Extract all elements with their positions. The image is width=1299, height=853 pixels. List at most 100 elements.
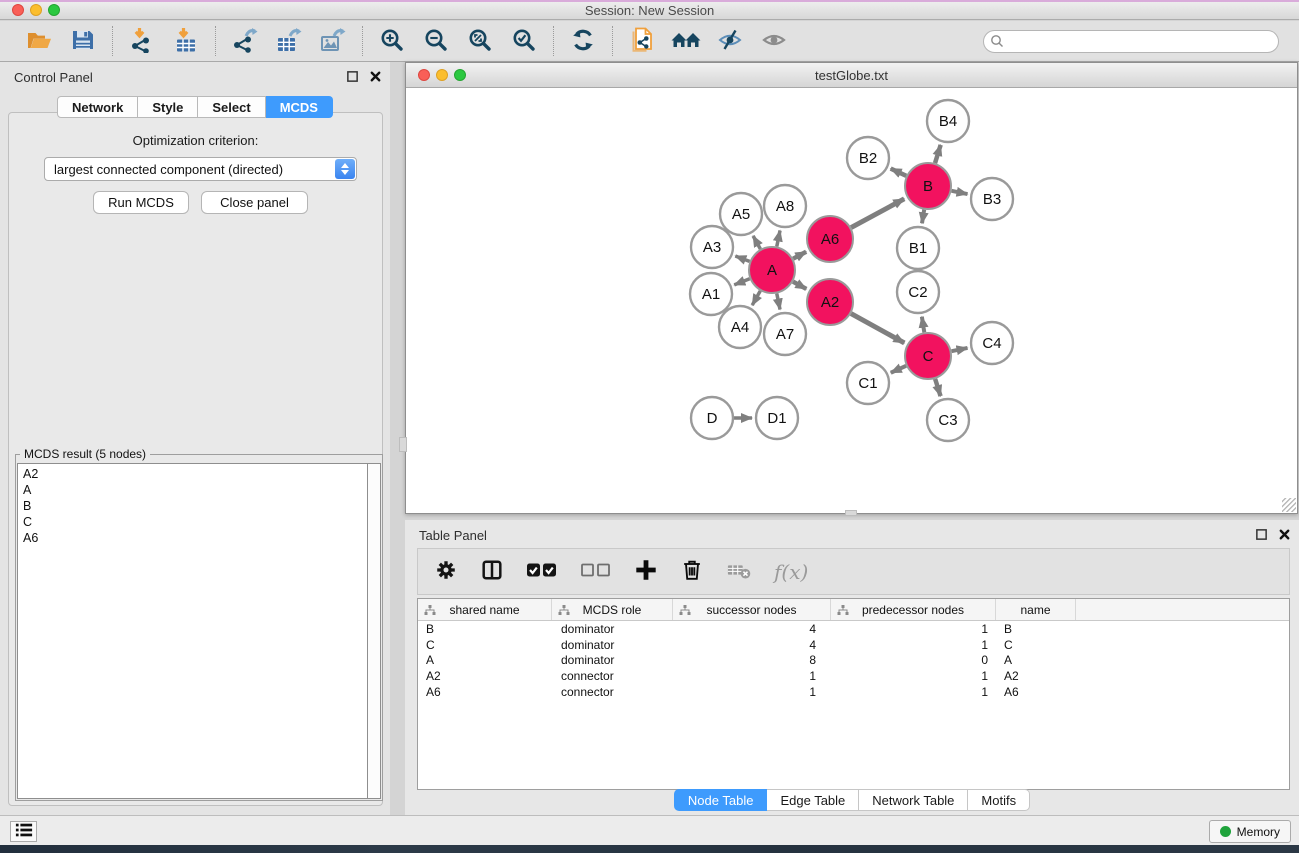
refresh-button[interactable] — [568, 26, 598, 56]
network-vertical-scroll-thumb[interactable] — [399, 437, 407, 452]
node-label-A2: A2 — [821, 294, 839, 311]
mcds-result-scrollbar[interactable] — [367, 463, 381, 799]
tab-style[interactable]: Style — [138, 96, 198, 118]
import-network-button[interactable] — [127, 26, 157, 56]
tab-select[interactable]: Select — [198, 96, 265, 118]
tab-network-table[interactable]: Network Table — [859, 789, 968, 811]
mcds-result-item[interactable]: A2 — [18, 466, 367, 482]
table-row[interactable]: Cdominator41C — [418, 637, 1289, 653]
mcds-result-title: MCDS result (5 nodes) — [20, 447, 150, 461]
table-row[interactable]: Bdominator41B — [418, 621, 1289, 637]
tab-mcds[interactable]: MCDS — [266, 96, 333, 118]
network-window-titlebar[interactable]: testGlobe.txt — [406, 63, 1297, 88]
resize-grip[interactable] — [1282, 498, 1296, 512]
zoom-selected-button[interactable] — [509, 26, 539, 56]
table-cell: C — [996, 638, 1076, 652]
export-network-button[interactable] — [230, 26, 260, 56]
delete-table-button[interactable] — [726, 558, 752, 585]
edge-B-B2[interactable] — [891, 169, 907, 176]
edge-A-A8[interactable] — [777, 230, 780, 246]
node-label-D: D — [707, 410, 718, 427]
home-button[interactable] — [671, 26, 701, 56]
edge-C-C1[interactable] — [891, 366, 906, 373]
table-cell: A — [418, 653, 552, 667]
float-table-panel-icon[interactable] — [1255, 528, 1268, 546]
float-panel-icon[interactable] — [346, 70, 359, 88]
tab-motifs[interactable]: Motifs — [968, 789, 1030, 811]
close-panel-button[interactable]: Close panel — [201, 191, 308, 214]
zoom-out-button[interactable] — [421, 26, 451, 56]
edge-A-A3[interactable] — [735, 256, 749, 261]
edge-B-B1[interactable] — [922, 210, 924, 224]
run-mcds-button[interactable]: Run MCDS — [93, 191, 189, 214]
edge-C-C3[interactable] — [935, 379, 940, 396]
export-table-button[interactable] — [274, 26, 304, 56]
node-label-C: C — [923, 348, 934, 365]
trash-button[interactable] — [680, 558, 704, 585]
search-input[interactable] — [983, 30, 1279, 53]
mcds-result-item[interactable]: A6 — [18, 530, 367, 546]
table-row[interactable]: A6connector11A6 — [418, 684, 1289, 700]
mcds-result-list[interactable]: A2ABCA6 — [17, 463, 367, 799]
criterion-value: largest connected component (directed) — [54, 162, 283, 177]
edge-A-A6[interactable] — [793, 252, 806, 259]
close-panel-icon[interactable] — [369, 70, 382, 88]
mcds-result-item[interactable]: C — [18, 514, 367, 530]
edge-A-A4[interactable] — [752, 291, 760, 305]
network-file-button[interactable] — [627, 26, 657, 56]
column-tree-icon — [558, 604, 570, 619]
select-all-button[interactable] — [526, 558, 558, 585]
add-button[interactable] — [634, 558, 658, 585]
table-row[interactable]: Adominator80A — [418, 653, 1289, 669]
task-history-button[interactable] — [10, 821, 37, 842]
function-builder-button[interactable]: f(x) — [774, 560, 808, 584]
table-cell: A6 — [418, 685, 552, 699]
mcds-result-item[interactable]: B — [18, 498, 367, 514]
open-folder-button[interactable] — [24, 26, 54, 56]
table-cell: dominator — [552, 622, 673, 636]
tab-node-table[interactable]: Node Table — [674, 789, 768, 811]
columns-button[interactable] — [480, 558, 504, 585]
mcds-result-item[interactable]: A — [18, 482, 367, 498]
status-bar: Memory — [0, 815, 1299, 845]
deselect-all-button[interactable] — [580, 558, 612, 585]
column-header-label: successor nodes — [706, 603, 796, 617]
app-titlebar: Session: New Session — [0, 0, 1299, 20]
table-cell: 1 — [831, 685, 996, 699]
column-header-MCDS-role[interactable]: MCDS role — [552, 599, 673, 620]
column-header-successor-nodes[interactable]: successor nodes — [673, 599, 831, 620]
edge-A2-C[interactable] — [851, 314, 904, 343]
criterion-select[interactable]: largest connected component (directed) — [44, 157, 357, 181]
show-eye-button[interactable] — [759, 26, 789, 56]
node-table-body: Bdominator41BCdominator41CAdominator80AA… — [418, 621, 1289, 700]
save-button[interactable] — [68, 26, 98, 56]
edge-C-C4[interactable] — [952, 348, 968, 351]
edge-C-C2[interactable] — [922, 317, 924, 333]
column-header-name[interactable]: name — [996, 599, 1076, 620]
tab-edge-table[interactable]: Edge Table — [767, 789, 859, 811]
show-eye-icon — [761, 27, 787, 56]
column-header-predecessor-nodes[interactable]: predecessor nodes — [831, 599, 996, 620]
hide-eye-button[interactable] — [715, 26, 745, 56]
edge-A6-B[interactable] — [851, 199, 904, 228]
edge-A-A7[interactable] — [777, 294, 780, 310]
memory-button[interactable]: Memory — [1209, 820, 1291, 843]
import-table-button[interactable] — [171, 26, 201, 56]
export-image-button[interactable] — [318, 26, 348, 56]
edge-A-A1[interactable] — [734, 279, 749, 285]
network-canvas[interactable]: B4B2BB3A8A5A6A3B1AA1C2A2A4A7C4CC1C3DD1 — [407, 89, 1296, 512]
search-container — [983, 30, 1279, 53]
gear-button[interactable] — [434, 558, 458, 585]
edge-A-A2[interactable] — [793, 282, 806, 289]
column-header-shared-name[interactable]: shared name — [418, 599, 552, 620]
zoom-in-button[interactable] — [377, 26, 407, 56]
edge-B-B3[interactable] — [952, 191, 968, 194]
edge-A-A5[interactable] — [753, 236, 760, 249]
tab-network[interactable]: Network — [57, 96, 138, 118]
node-label-A3: A3 — [703, 239, 721, 256]
close-table-panel-icon[interactable] — [1278, 528, 1291, 546]
table-row[interactable]: A2connector11A2 — [418, 668, 1289, 684]
edge-B-B4[interactable] — [935, 145, 941, 163]
zoom-fit-button[interactable] — [465, 26, 495, 56]
network-horizontal-scroll-thumb[interactable] — [845, 510, 857, 516]
